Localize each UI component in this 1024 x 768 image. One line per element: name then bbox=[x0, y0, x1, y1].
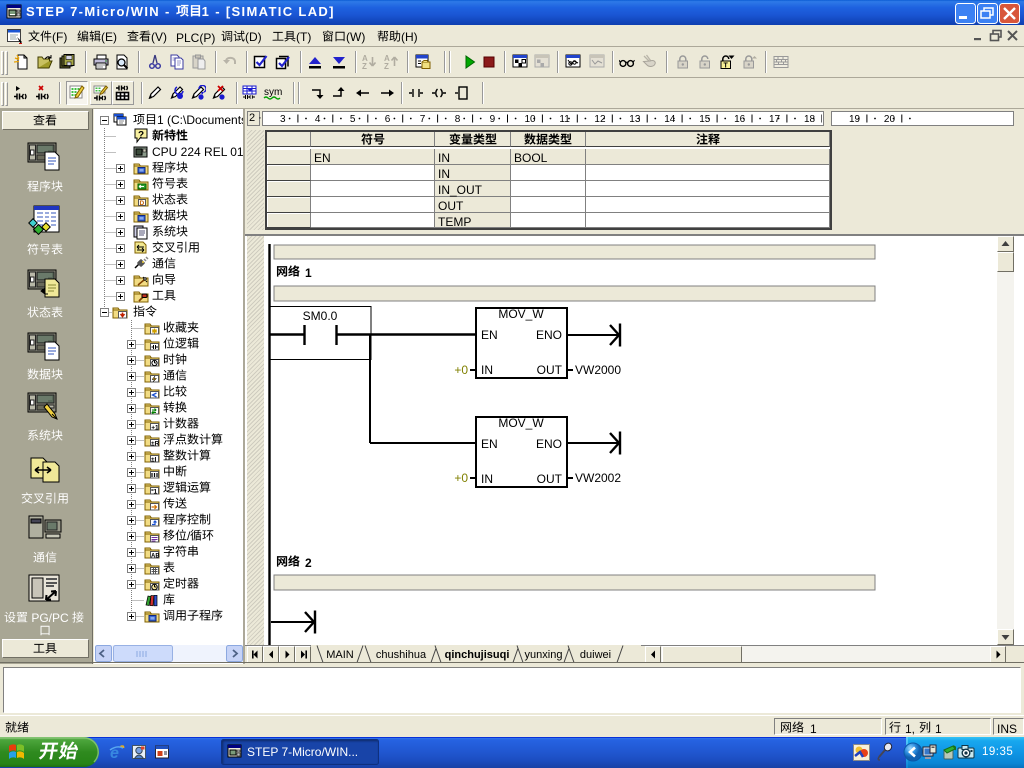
svg-text:OUT: OUT bbox=[537, 472, 563, 486]
svg-text:19: 19 bbox=[849, 114, 861, 125]
svg-text:EN: EN bbox=[481, 437, 498, 451]
svg-text:8: 8 bbox=[455, 114, 461, 125]
svg-text:º1: º1 bbox=[151, 489, 157, 496]
svg-text:D: D bbox=[140, 200, 145, 207]
svg-text:+0: +0 bbox=[454, 471, 468, 485]
svg-text:IN: IN bbox=[481, 363, 493, 377]
svg-text:+1: +1 bbox=[151, 425, 159, 432]
svg-text:ENO: ENO bbox=[536, 328, 562, 342]
svg-text:17: 17 bbox=[769, 114, 781, 125]
svg-text:±I: ±I bbox=[151, 457, 157, 464]
svg-text:T: T bbox=[724, 63, 729, 70]
svg-text:ENO: ENO bbox=[536, 437, 562, 451]
svg-text:7: 7 bbox=[420, 114, 426, 125]
svg-text:?: ? bbox=[138, 130, 144, 141]
svg-text:VW2000: VW2000 bbox=[575, 363, 621, 377]
svg-text:13: 13 bbox=[629, 114, 641, 125]
svg-text:5: 5 bbox=[350, 114, 356, 125]
svg-text:12: 12 bbox=[594, 114, 606, 125]
svg-text:20: 20 bbox=[884, 114, 896, 125]
svg-text:SM0.0: SM0.0 bbox=[303, 309, 338, 323]
svg-text:MOV_W: MOV_W bbox=[498, 307, 544, 321]
svg-text:6: 6 bbox=[385, 114, 391, 125]
svg-text:9: 9 bbox=[490, 114, 496, 125]
svg-text:15: 15 bbox=[699, 114, 711, 125]
svg-text:OUT: OUT bbox=[537, 363, 563, 377]
svg-text:11: 11 bbox=[559, 114, 570, 125]
svg-text:16: 16 bbox=[734, 114, 746, 125]
svg-text:sym: sym bbox=[264, 87, 282, 98]
svg-text:14: 14 bbox=[664, 114, 676, 125]
svg-text:±R: ±R bbox=[151, 441, 160, 448]
svg-text:Z: Z bbox=[384, 62, 389, 70]
svg-text:18: 18 bbox=[804, 114, 816, 125]
svg-text:EN: EN bbox=[481, 328, 498, 342]
svg-text:MAIN: MAIN bbox=[326, 649, 354, 661]
svg-text:qinchujisuqi: qinchujisuqi bbox=[445, 649, 510, 661]
svg-text:MOV_W: MOV_W bbox=[498, 416, 544, 430]
svg-text:4: 4 bbox=[315, 114, 321, 125]
svg-text:AB: AB bbox=[151, 554, 160, 560]
svg-text:VW2002: VW2002 bbox=[575, 471, 621, 485]
svg-text:Z: Z bbox=[362, 62, 367, 70]
svg-text:yunxing: yunxing bbox=[525, 649, 563, 661]
svg-text:10: 10 bbox=[525, 114, 537, 125]
svg-text:chushihua: chushihua bbox=[376, 649, 427, 661]
svg-text:IN: IN bbox=[481, 472, 493, 486]
svg-text:duiwei: duiwei bbox=[580, 649, 611, 661]
svg-text:3: 3 bbox=[280, 114, 286, 125]
svg-text:+0: +0 bbox=[454, 363, 468, 377]
